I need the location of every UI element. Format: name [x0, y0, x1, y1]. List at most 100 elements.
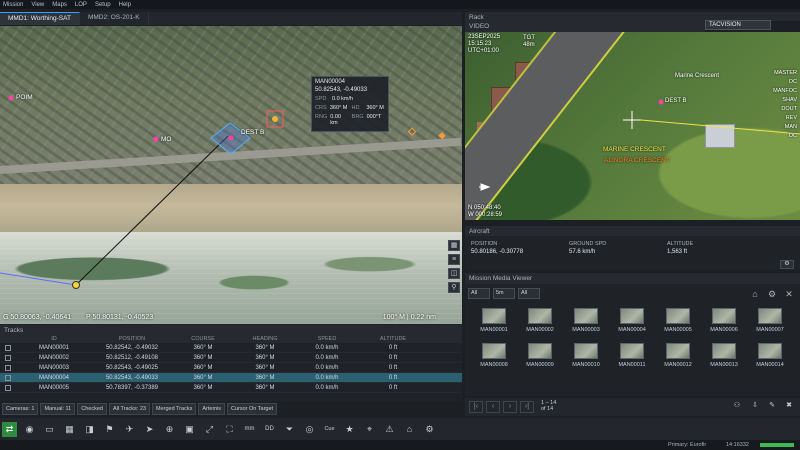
col-position[interactable]: POSITION — [92, 336, 172, 342]
media-item[interactable]: MAN00012 — [655, 343, 701, 368]
menu-mission[interactable]: Mission — [3, 2, 23, 8]
prev-page-icon[interactable]: ‹ — [486, 401, 500, 413]
tag-icon[interactable]: ⌂ — [749, 288, 761, 300]
filter-artemis[interactable]: Artemis — [198, 403, 225, 415]
crosshair-icon[interactable]: ⌖ — [362, 422, 377, 437]
fit-icon[interactable]: ⛶ — [222, 422, 237, 437]
video-mode-select[interactable]: TACVISION — [705, 20, 771, 30]
first-page-icon[interactable]: |‹ — [469, 401, 483, 413]
tab-map-2[interactable]: MMD2: OS-201-K — [80, 12, 149, 25]
poi-label: POIM — [16, 94, 33, 101]
filter-checked[interactable]: Checked — [77, 403, 107, 415]
row-checkbox[interactable] — [5, 374, 11, 381]
flag-icon[interactable]: ⚑ — [102, 422, 117, 437]
col-speed[interactable]: SPEED — [296, 336, 358, 342]
media-item[interactable]: MAN00004 — [609, 308, 655, 333]
menu-lop[interactable]: LOP — [75, 2, 87, 8]
last-page-icon[interactable]: ›| — [520, 401, 534, 413]
download-icon[interactable]: ⇩ — [748, 401, 762, 413]
media-item[interactable]: MAN00006 — [701, 308, 747, 333]
aircraft-settings-icon[interactable]: ⚙ — [780, 260, 794, 269]
media-item[interactable]: MAN00011 — [609, 343, 655, 368]
menu-setup[interactable]: Setup — [95, 2, 111, 8]
media-item[interactable]: MAN00001 — [471, 308, 517, 333]
menu-help[interactable]: Help — [119, 2, 131, 8]
edit-icon[interactable]: ✎ — [765, 401, 779, 413]
record-icon[interactable]: ◉ — [22, 422, 37, 437]
plane-icon[interactable]: ✈ — [122, 422, 137, 437]
filter-merged-tracks[interactable]: Merged Tracks — [151, 403, 197, 415]
map-layers-icon[interactable]: ≡ — [448, 254, 460, 265]
media-item[interactable]: MAN00008 — [471, 343, 517, 368]
media-item[interactable]: MAN00014 — [747, 343, 793, 368]
filter-manual[interactable]: Manual: 11 — [40, 403, 76, 415]
media-item[interactable]: MAN00013 — [701, 343, 747, 368]
camera-icon[interactable]: ◨ — [82, 422, 97, 437]
col-id[interactable]: ID — [16, 336, 92, 342]
map-grid-icon[interactable]: ▦ — [448, 240, 460, 251]
table-row[interactable]: MAN00001 50.82542, -0.49032 360° M 360° … — [0, 343, 462, 353]
settings-icon[interactable]: ⚙ — [422, 422, 437, 437]
filter-cursor-on-target[interactable]: Cursor On Target — [227, 403, 278, 415]
video-status-label: REV — [785, 115, 797, 121]
swap-icon[interactable]: ⇄ — [2, 421, 17, 437]
table-row[interactable]: MAN00005 50.78397, -0.37389 360° M 360° … — [0, 383, 462, 393]
group-icon[interactable]: ⚇ — [730, 401, 744, 413]
delete-icon[interactable]: ✖ — [782, 401, 796, 413]
media-item[interactable]: MAN00007 — [747, 308, 793, 333]
home-icon[interactable]: ⌂ — [402, 422, 417, 437]
media-item[interactable]: MAN00002 — [517, 308, 563, 333]
filter-icon[interactable]: ⏷ — [282, 422, 297, 437]
warning-icon[interactable]: ⚠ — [382, 422, 397, 437]
star-icon[interactable]: ★ — [342, 422, 357, 437]
tab-map-1[interactable]: MMD1: Worthing-SAT — [0, 12, 80, 25]
table-row-selected[interactable]: MAN00004 50.82543, -0.49033 360° M 360° … — [0, 373, 462, 383]
filter-settings-icon[interactable]: ⚙ — [766, 288, 778, 300]
menu-maps[interactable]: Maps — [52, 2, 67, 8]
media-item[interactable]: MAN00003 — [563, 308, 609, 333]
media-item[interactable]: MAN00005 — [655, 308, 701, 333]
pointer-icon[interactable]: ➤ — [142, 422, 157, 437]
filter-cameras[interactable]: Cameras: 1 — [2, 403, 39, 415]
next-page-icon[interactable]: › — [503, 401, 517, 413]
row-checkbox[interactable] — [5, 344, 11, 351]
video-feed[interactable]: 23SEP2025 15:15:23 UTC+01:00 TGT 48m Mar… — [465, 32, 800, 220]
expand-icon[interactable]: ⤢ — [202, 422, 217, 437]
dd-button[interactable]: DD — [262, 422, 277, 437]
cell-id: MAN00003 — [38, 364, 70, 371]
col-course[interactable]: COURSE — [172, 336, 234, 342]
media-item-label: MAN00010 — [572, 362, 600, 368]
cursor-coordinates: G 50.80063, -0.40641 — [3, 314, 72, 321]
row-checkbox[interactable] — [5, 364, 11, 371]
page-total: of 14 — [541, 406, 554, 412]
media-item[interactable]: MAN00009 — [517, 343, 563, 368]
cue-button[interactable]: Cue — [322, 422, 337, 437]
table-row[interactable]: MAN00003 50.82543, -0.49025 360° M 360° … — [0, 363, 462, 373]
aircraft-position-label: POSITION — [471, 241, 498, 247]
row-checkbox[interactable] — [5, 384, 11, 391]
media-filter-source[interactable]: All — [518, 288, 540, 299]
col-altitude[interactable]: ALTITUDE — [358, 336, 428, 342]
filter-all-tracks[interactable]: All Tracks: 23 — [108, 403, 150, 415]
menu-view[interactable]: View — [31, 2, 44, 8]
cell-position: 50.82542, -0.49032 — [105, 344, 159, 351]
media-filter-time[interactable]: 5m — [493, 288, 515, 299]
screen-icon[interactable]: ▭ — [42, 422, 57, 437]
video-status-label: MANFOC — [773, 88, 797, 94]
cell-id: MAN00004 — [38, 374, 70, 381]
row-checkbox[interactable] — [5, 354, 11, 361]
clear-filter-icon[interactable]: ✕ — [783, 288, 795, 300]
table-row[interactable]: MAN00002 50.82512, -0.49108 360° M 360° … — [0, 353, 462, 363]
mm-button[interactable]: mm — [242, 422, 257, 437]
zoom-icon[interactable]: ⊕ — [162, 422, 177, 437]
map-link-icon[interactable]: ⚲ — [448, 282, 460, 293]
media-thumbnail — [574, 308, 598, 324]
grid-icon[interactable]: ▦ — [62, 422, 77, 437]
media-item[interactable]: MAN00010 — [563, 343, 609, 368]
map-image-icon[interactable]: ◫ — [448, 268, 460, 279]
media-filter-type[interactable]: All — [468, 288, 490, 299]
col-heading[interactable]: HEADING — [234, 336, 296, 342]
map-view[interactable]: POIM MO DEST B MAN00004 50.82543, -0.490… — [0, 26, 462, 324]
frame-icon[interactable]: ▣ — [182, 422, 197, 437]
target-icon[interactable]: ◎ — [302, 422, 317, 437]
